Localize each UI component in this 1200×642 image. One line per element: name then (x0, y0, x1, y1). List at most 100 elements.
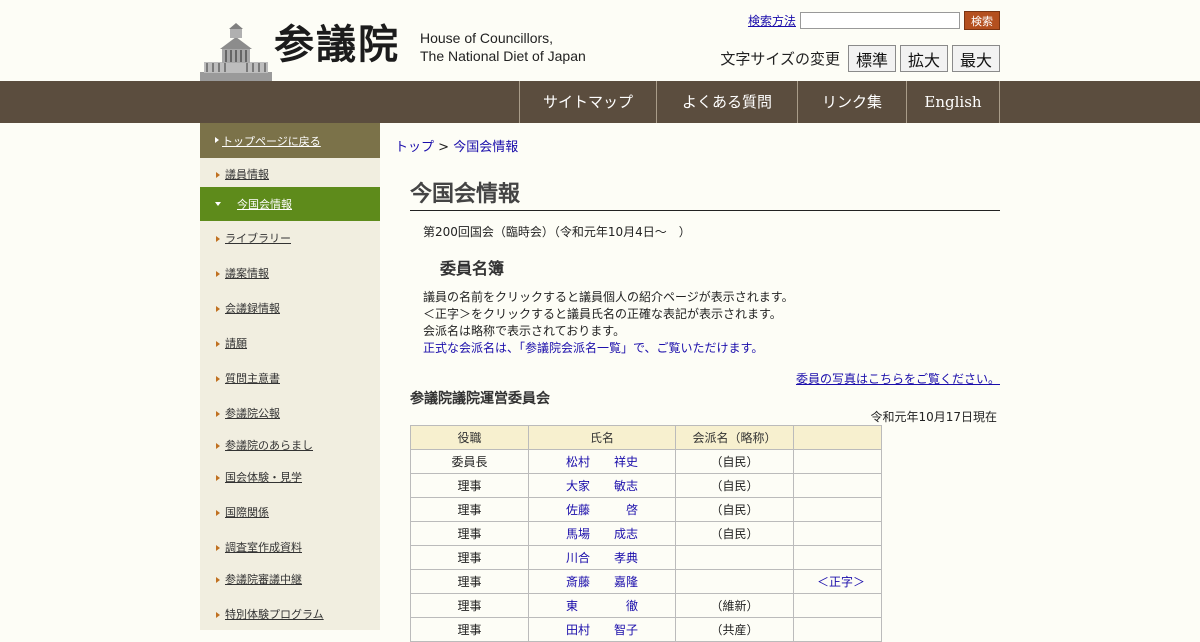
breadcrumb-top-link[interactable]: トップ (395, 140, 434, 155)
table-row: 理事 大家 敏志 （自民） (410, 473, 882, 498)
sidebar-item-label[interactable]: 調査室作成資料 (225, 540, 302, 556)
page-title: 今国会情報 (410, 176, 1000, 211)
breadcrumb-current-link[interactable]: 今国会情報 (453, 140, 518, 155)
sidebar-item-label[interactable]: 議案情報 (225, 266, 269, 282)
name-cell: 大家 敏志 (528, 473, 676, 498)
member-name-link[interactable]: 松村 祥史 (566, 455, 638, 469)
nav-english[interactable]: English (906, 81, 1000, 123)
role-cell: 理事 (410, 545, 529, 570)
nav-faq[interactable]: よくある質問 (656, 81, 797, 123)
sidebar-item-label[interactable]: 参議院公報 (225, 406, 280, 422)
sidebar-item-questions[interactable]: 質問主意書 (200, 371, 380, 391)
search-input[interactable] (800, 12, 960, 29)
arrow-right-icon (216, 306, 220, 312)
name-cell: 松村 祥史 (528, 449, 676, 474)
party-list-link[interactable]: 正式な会派名は、「参議院会派名一覧」で、ご覧いただけます。 (423, 341, 763, 355)
role-cell: 委員長 (410, 449, 529, 474)
search-help-link[interactable]: 検索方法 (748, 12, 796, 29)
sidebar-item-label[interactable]: 特別体験プログラム (225, 607, 324, 623)
note-line: 議員の名前をクリックすると議員個人の紹介ページが表示されます。 (423, 290, 794, 304)
table-row: 理事 斎藤 嘉隆 ＜正字＞ (410, 569, 882, 594)
sidebar-item-petitions[interactable]: 請願 (200, 336, 380, 356)
party-cell (675, 569, 794, 594)
sidebar-item-bills[interactable]: 議案情報 (200, 266, 380, 286)
sidebar-item-label[interactable]: 請願 (225, 336, 247, 352)
arrow-right-icon (216, 236, 220, 242)
seiji-cell (793, 521, 882, 546)
session-info: 第200回国会（臨時会）（令和元年10月4日～ ） (423, 225, 691, 239)
seiji-link[interactable]: ＜正字＞ (817, 575, 865, 589)
role-cell: 理事 (410, 593, 529, 618)
column-header-role: 役職 (410, 425, 529, 450)
member-name-link[interactable]: 佐藤 啓 (566, 503, 638, 517)
sidebar-item-library[interactable]: ライブラリー (200, 231, 380, 251)
arrow-right-icon (216, 545, 220, 551)
breadcrumb: トップ > 今国会情報 (395, 136, 518, 155)
nav-links[interactable]: リンク集 (797, 81, 906, 123)
seiji-cell (793, 473, 882, 498)
sidebar-item-tour[interactable]: 国会体験・見学 (200, 470, 380, 490)
role-cell: 理事 (410, 521, 529, 546)
sidebar-item-label[interactable]: ライブラリー (225, 231, 291, 247)
font-size-controls: 文字サイズの変更 標準 拡大 最大 (720, 45, 1000, 72)
seiji-cell (793, 497, 882, 522)
table-row: 理事 佐藤 啓 （自民） (410, 497, 882, 522)
sidebar-item-label[interactable]: 会議録情報 (225, 301, 280, 317)
sidebar-item-label[interactable]: 参議院審議中継 (225, 572, 302, 588)
search-button[interactable]: 検索 (964, 11, 1000, 30)
sidebar-item-label[interactable]: 国会体験・見学 (225, 470, 302, 486)
member-name-link[interactable]: 田村 智子 (566, 623, 638, 637)
party-cell: （自民） (675, 497, 794, 522)
arrow-right-icon (216, 172, 220, 178)
column-header-seiji (793, 425, 882, 450)
sidebar-item-overview[interactable]: 参議院のあらまし (200, 438, 380, 458)
name-cell: 東 徹 (528, 593, 676, 618)
breadcrumb-separator: > (434, 140, 454, 155)
member-name-link[interactable]: 馬場 成志 (566, 527, 638, 541)
sidebar-item-program[interactable]: 特別体験プログラム (200, 607, 380, 627)
sidebar-item-label[interactable]: 議員情報 (225, 167, 269, 183)
sidebar-item-members[interactable]: 議員情報 (200, 167, 380, 187)
sidebar-top-link-box[interactable]: トップページに戻る (200, 123, 380, 158)
arrow-right-icon (216, 475, 220, 481)
party-cell (675, 545, 794, 570)
sidebar-item-minutes[interactable]: 会議録情報 (200, 301, 380, 321)
member-name-link[interactable]: 斎藤 嘉隆 (566, 575, 638, 589)
site-logo[interactable]: 参議院 House of Councillors, The National D… (200, 22, 600, 82)
party-cell: （自民） (675, 521, 794, 546)
party-cell: （維新） (675, 593, 794, 618)
member-table: 役職 氏名 会派名（略称） 委員長 松村 祥史 （自民） 理事 大家 敏志 （自民） 理… (410, 425, 882, 642)
sidebar-item-home[interactable]: トップページに戻る (222, 133, 321, 149)
sidebar-item-label[interactable]: 今国会情報 (237, 196, 292, 212)
arrow-right-icon (216, 443, 220, 449)
font-size-large-button[interactable]: 拡大 (899, 45, 948, 72)
member-photo-link[interactable]: 委員の写真はこちらをご覧ください。 (796, 370, 1000, 387)
font-size-standard-button[interactable]: 標準 (847, 45, 896, 72)
member-name-link[interactable]: 川合 孝典 (566, 551, 638, 565)
sidebar-item-international[interactable]: 国際関係 (200, 505, 380, 525)
sidebar-item-broadcast[interactable]: 参議院審議中継 (200, 572, 380, 592)
sidebar-item-label[interactable]: 国際関係 (225, 505, 269, 521)
sidebar-item-research[interactable]: 調査室作成資料 (200, 540, 380, 560)
nav-sitemap[interactable]: サイトマップ (519, 81, 656, 123)
sidebar-item-bulletin[interactable]: 参議院公報 (200, 406, 380, 426)
logo-en-line1: House of Councillors, (420, 30, 554, 46)
sidebar-item-current-session[interactable]: 今国会情報 (200, 187, 380, 221)
font-size-max-button[interactable]: 最大 (951, 45, 1000, 72)
member-name-link[interactable]: 大家 敏志 (566, 479, 638, 493)
party-cell: （自民） (675, 473, 794, 498)
name-cell: 川合 孝典 (528, 545, 676, 570)
table-row: 理事 川合 孝典 (410, 545, 882, 570)
sidebar-item-label[interactable]: 質問主意書 (225, 371, 280, 387)
logo-en-line2: The National Diet of Japan (420, 48, 586, 64)
section-heading: 委員名簿 (440, 259, 505, 278)
column-header-name: 氏名 (528, 425, 676, 450)
name-cell: 佐藤 啓 (528, 497, 676, 522)
search-area: 検索方法 検索 (748, 11, 1000, 30)
member-name-link[interactable]: 東 徹 (566, 599, 638, 613)
seiji-cell (793, 449, 882, 474)
sidebar-item-label[interactable]: 参議院のあらまし (225, 438, 313, 454)
party-cell: （自民） (675, 449, 794, 474)
as-of-date: 令和元年10月17日現在 (870, 410, 997, 424)
seiji-cell (793, 593, 882, 618)
